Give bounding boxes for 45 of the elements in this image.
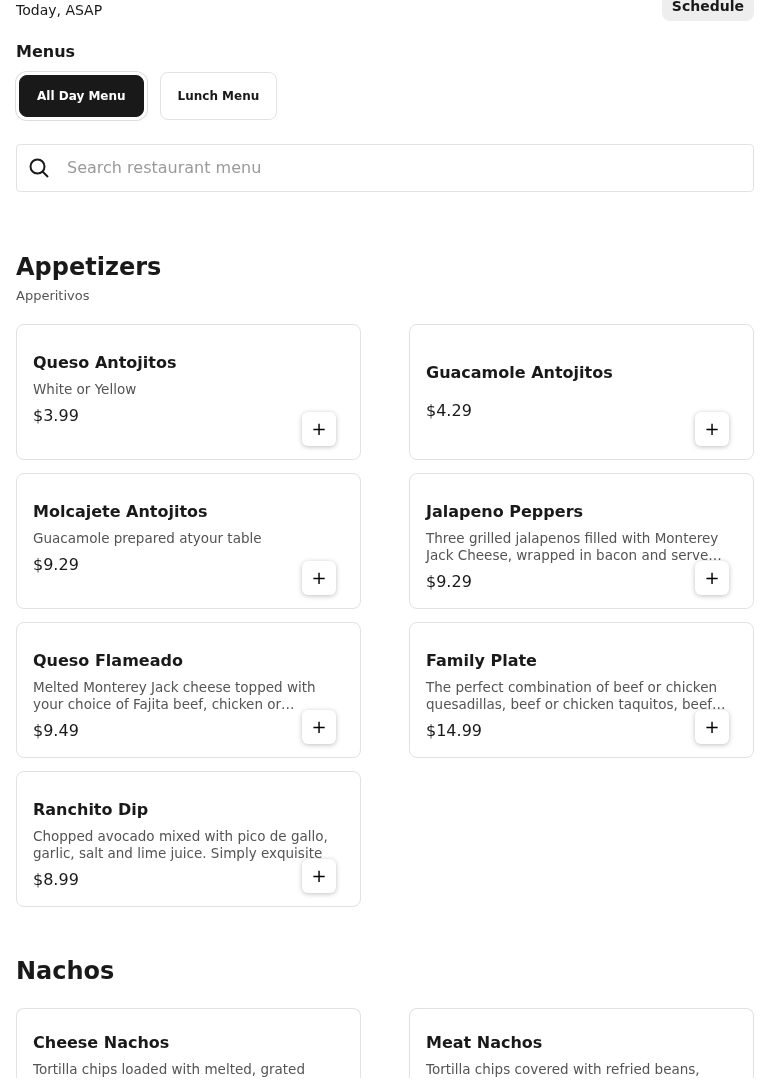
item-price: $9.29 <box>33 554 79 577</box>
item-price: $4.29 <box>426 400 472 423</box>
menu-item-card[interactable]: Molcajete Antojitos Guacamole prepared atyour table $9.29 + <box>16 473 361 610</box>
item-name: Guacamole Antojitos <box>426 362 614 385</box>
item-description: Guacamole prepared atyour table <box>33 530 263 548</box>
search-field[interactable]: Search restaurant menu <box>16 144 754 192</box>
search-icon <box>29 158 49 178</box>
item-name: Family Plate <box>426 650 538 673</box>
menu-item-card[interactable]: Meat Nachos Tortilla chips covered with refried beans, <box>409 1008 754 1079</box>
delivery-time: Today, ASAP <box>16 1 103 20</box>
add-button[interactable]: + <box>695 412 729 447</box>
item-name: Meat Nachos <box>426 1032 544 1055</box>
item-description: White or Yellow <box>33 381 138 399</box>
add-button[interactable]: + <box>302 859 336 894</box>
menu-item-card[interactable]: Guacamole Antojitos $4.29 + <box>409 324 754 461</box>
item-price: $8.99 <box>33 869 79 892</box>
menu-tab[interactable]: Lunch Menu <box>159 72 278 120</box>
section-title: Nachos <box>16 957 116 987</box>
item-description: Tortilla chips covered with refried beans, <box>426 1061 701 1079</box>
item-price: $9.29 <box>426 571 472 594</box>
add-button[interactable]: + <box>695 561 729 596</box>
section-title: Appetizers <box>16 253 163 282</box>
item-name: Queso Antojitos <box>33 352 178 375</box>
item-name: Queso Flameado <box>33 650 184 673</box>
item-description: Tortilla chips loaded with melted, grated <box>33 1061 306 1079</box>
add-button[interactable]: + <box>695 710 729 745</box>
item-price: $3.99 <box>33 405 79 428</box>
add-button[interactable]: + <box>302 710 336 745</box>
menu-item-card[interactable]: Jalapeno Peppers Three grilled jalapenos filled with Monterey Jack Cheese, wrapped in bacon and serve… $9.29 + <box>409 473 754 610</box>
menu-item-card[interactable]: Family Plate The perfect combination of beef or chicken quesadillas, beef or chicken taquitos, beef… $14.99 + <box>409 622 754 759</box>
item-price: $9.49 <box>33 720 79 743</box>
menu-item-card[interactable]: Queso Antojitos White or Yellow $3.99 + <box>16 324 361 461</box>
item-name: Molcajete Antojitos <box>33 501 209 524</box>
item-name: Jalapeno Peppers <box>426 501 585 524</box>
item-name: Ranchito Dip <box>33 799 150 822</box>
section-heading: Menus <box>16 41 77 63</box>
item-name: Cheese Nachos <box>33 1032 171 1055</box>
menu-item-card[interactable]: Cheese Nachos Tortilla chips loaded with melted, grated <box>16 1008 361 1079</box>
menu-item-card[interactable]: Ranchito Dip Chopped avocado mixed with pico de gallo, garlic, salt and lime juice. Simply exquisite $8.99 + <box>16 771 361 908</box>
schedule-button[interactable]: Schedule <box>661 0 754 21</box>
menu-item-card[interactable]: Queso Flameado Melted Monterey Jack cheese topped with your choice of Fajita beef, chicken or… $9.49 + <box>16 622 361 759</box>
add-button[interactable]: + <box>302 561 336 596</box>
item-price: $14.99 <box>426 720 482 743</box>
section-subtitle: Apperitivos <box>16 286 91 305</box>
add-button[interactable]: + <box>302 412 336 447</box>
